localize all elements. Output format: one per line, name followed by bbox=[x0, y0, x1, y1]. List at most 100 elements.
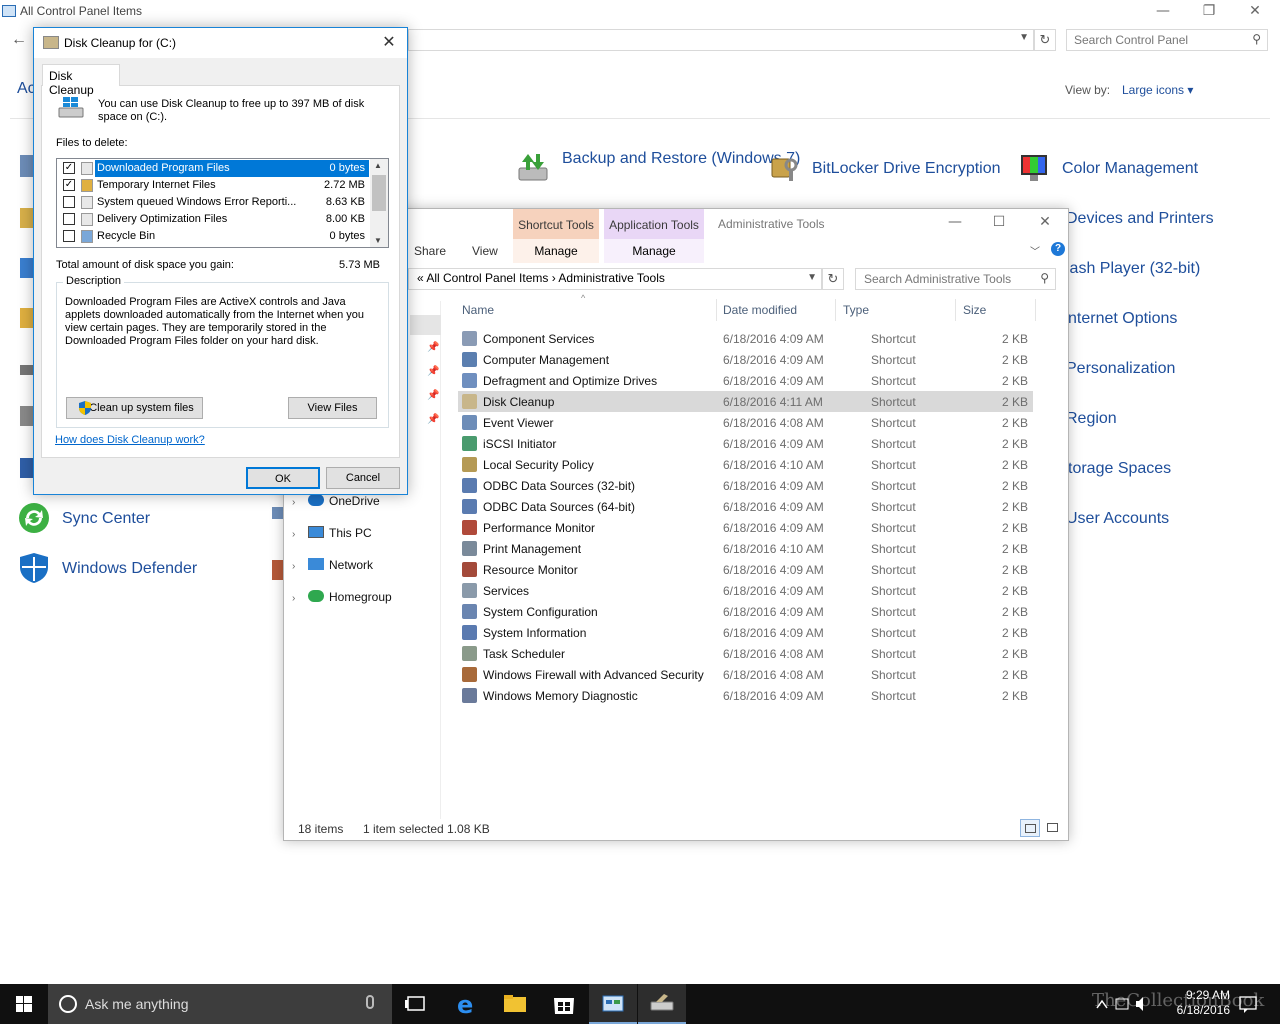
table-row[interactable]: ODBC Data Sources (64-bit) 6/18/2016 4:09… bbox=[458, 496, 1033, 517]
file-checkbox[interactable] bbox=[63, 213, 75, 225]
cp-item-devices-printers[interactable]: Devices and Printers bbox=[1066, 208, 1214, 229]
table-row[interactable]: Task Scheduler 6/18/2016 4:08 AM Shortcut 2… bbox=[458, 643, 1033, 664]
tab-disk-cleanup[interactable]: Disk Cleanup bbox=[42, 64, 120, 97]
column-header-type[interactable]: Type bbox=[843, 303, 869, 317]
close-button[interactable]: ✕ bbox=[1232, 0, 1278, 24]
list-scrollbar[interactable]: ▲ ▼ bbox=[370, 159, 388, 247]
column-separator[interactable] bbox=[835, 299, 836, 321]
column-separator[interactable] bbox=[1035, 299, 1036, 321]
ok-button[interactable]: OK bbox=[246, 467, 320, 489]
tab-shortcut-tools[interactable]: Shortcut Tools bbox=[513, 209, 599, 241]
system-tray-icons[interactable] bbox=[1094, 994, 1150, 1014]
cortana-search-box[interactable]: Ask me anything bbox=[48, 984, 392, 1024]
column-header-size[interactable]: Size bbox=[963, 303, 986, 317]
table-row[interactable]: Performance Monitor 6/18/2016 4:09 AM Shor… bbox=[458, 517, 1033, 538]
scroll-up-icon[interactable]: ▲ bbox=[374, 161, 382, 170]
tab-manage-application[interactable]: Manage bbox=[604, 239, 704, 263]
table-row[interactable]: Windows Firewall with Advanced Security 6… bbox=[458, 664, 1033, 685]
table-row[interactable]: Disk Cleanup 6/18/2016 4:11 AM Shortcut 2 K… bbox=[458, 391, 1033, 412]
table-row[interactable]: Defragment and Optimize Drives 6/18/2016 … bbox=[458, 370, 1033, 391]
control-panel-taskbar-button[interactable] bbox=[589, 984, 637, 1024]
expand-arrow-icon[interactable]: › bbox=[292, 497, 308, 508]
column-header-name[interactable]: Name bbox=[462, 303, 494, 317]
control-panel-search[interactable]: Search Control Panel ⚲ bbox=[1066, 29, 1268, 51]
expand-arrow-icon[interactable]: › bbox=[292, 561, 308, 572]
dialog-close-button[interactable]: ✕ bbox=[374, 32, 404, 51]
view-by-dropdown[interactable]: Large icons ▾ bbox=[1122, 83, 1193, 97]
file-checkbox[interactable]: ✓ bbox=[63, 179, 75, 191]
explorer-refresh-button[interactable]: ↻ bbox=[822, 268, 844, 290]
file-checkbox[interactable] bbox=[63, 230, 75, 242]
table-row[interactable]: Windows Memory Diagnostic 6/18/2016 4:09 … bbox=[458, 685, 1033, 706]
clean-up-system-files-button[interactable]: Clean up system files bbox=[66, 397, 203, 419]
expand-arrow-icon[interactable]: › bbox=[292, 529, 308, 540]
tab-application-tools[interactable]: Application Tools bbox=[604, 209, 704, 241]
system-clock[interactable]: 9:29 AM 6/18/2016 bbox=[1150, 988, 1230, 1018]
column-separator[interactable] bbox=[716, 299, 717, 321]
large-icons-view-button[interactable] bbox=[1043, 819, 1063, 837]
expand-arrow-icon[interactable]: › bbox=[292, 593, 308, 604]
cp-item-sync-center[interactable]: Sync Center bbox=[62, 508, 150, 529]
table-row[interactable]: Computer Management 6/18/2016 4:09 AM Shor… bbox=[458, 349, 1033, 370]
table-row[interactable]: System Information 6/18/2016 4:09 AM Short… bbox=[458, 622, 1033, 643]
explorer-close-button[interactable]: ✕ bbox=[1022, 211, 1068, 235]
nav-item-network[interactable]: › Network bbox=[292, 558, 373, 572]
cp-item-storage-spaces[interactable]: torage Spaces bbox=[1068, 458, 1171, 479]
file-category-row[interactable]: System queued Windows Error Reporti... 8.… bbox=[57, 194, 369, 211]
windows-defender-icon[interactable] bbox=[17, 551, 51, 585]
microphone-icon[interactable] bbox=[366, 995, 374, 1009]
table-row[interactable]: Resource Monitor 6/18/2016 4:09 AM Shortcu… bbox=[458, 559, 1033, 580]
cancel-button[interactable]: Cancel bbox=[326, 467, 400, 489]
chevron-down-icon[interactable]: ▼ bbox=[807, 272, 817, 283]
explorer-minimize-button[interactable]: — bbox=[932, 211, 978, 235]
cp-item-windows-defender[interactable]: Windows Defender bbox=[62, 558, 197, 579]
control-panel-address-bar[interactable]: ▼ bbox=[408, 29, 1034, 51]
file-checkbox[interactable] bbox=[63, 196, 75, 208]
table-row[interactable]: System Configuration 6/18/2016 4:09 AM Sho… bbox=[458, 601, 1033, 622]
sync-center-icon[interactable] bbox=[17, 501, 51, 535]
details-view-button[interactable] bbox=[1020, 819, 1040, 837]
tab-share[interactable]: Share bbox=[414, 244, 446, 258]
how-does-disk-cleanup-work-link[interactable]: How does Disk Cleanup work? bbox=[55, 434, 205, 446]
back-arrow-icon[interactable]: ← bbox=[11, 31, 27, 49]
minimize-button[interactable]: — bbox=[1140, 0, 1186, 24]
tab-view[interactable]: View bbox=[472, 244, 498, 258]
chevron-down-icon[interactable]: ▼ bbox=[1019, 32, 1029, 43]
explorer-maximize-button[interactable]: ☐ bbox=[976, 211, 1022, 235]
file-checkbox[interactable]: ✓ bbox=[63, 162, 75, 174]
explorer-search[interactable]: Search Administrative Tools ⚲ bbox=[855, 268, 1056, 290]
backup-restore-icon[interactable] bbox=[516, 150, 550, 184]
nav-item-this-pc[interactable]: › This PC bbox=[292, 526, 372, 540]
cp-item-internet-options[interactable]: nternet Options bbox=[1068, 308, 1177, 329]
file-category-row[interactable]: ✓ Downloaded Program Files 0 bytes bbox=[57, 160, 369, 177]
refresh-button[interactable]: ↻ bbox=[1034, 29, 1056, 51]
start-button[interactable] bbox=[0, 984, 48, 1024]
table-row[interactable]: Component Services 6/18/2016 4:09 AM Short… bbox=[458, 328, 1033, 349]
table-row[interactable]: ODBC Data Sources (32-bit) 6/18/2016 4:09… bbox=[458, 475, 1033, 496]
table-row[interactable]: Event Viewer 6/18/2016 4:08 AM Shortcut 2 K… bbox=[458, 412, 1033, 433]
cp-item-user-accounts[interactable]: User Accounts bbox=[1066, 508, 1169, 529]
file-category-row[interactable]: Delivery Optimization Files 8.00 KB bbox=[57, 211, 369, 228]
cp-item-color-management[interactable]: Color Management bbox=[1062, 158, 1198, 179]
nav-item-onedrive[interactable]: › OneDrive bbox=[292, 494, 380, 508]
edge-icon[interactable]: e bbox=[443, 984, 491, 1024]
ribbon-expand-chevron-icon[interactable]: ﹀ bbox=[1030, 243, 1040, 258]
table-row[interactable]: Services 6/18/2016 4:09 AM Shortcut 2 KB bbox=[458, 580, 1033, 601]
disk-cleanup-taskbar-button[interactable] bbox=[638, 984, 686, 1024]
nav-item-homegroup[interactable]: › Homegroup bbox=[292, 590, 392, 604]
restore-button[interactable]: ❐ bbox=[1186, 0, 1232, 24]
color-management-icon[interactable] bbox=[1018, 151, 1052, 185]
cp-item-personalization[interactable]: Personalization bbox=[1066, 358, 1175, 379]
scroll-down-icon[interactable]: ▼ bbox=[374, 236, 382, 245]
task-view-button[interactable] bbox=[392, 984, 440, 1024]
bitlocker-icon[interactable] bbox=[767, 151, 801, 185]
action-center-icon[interactable] bbox=[1238, 994, 1258, 1014]
help-icon[interactable]: ? bbox=[1051, 242, 1065, 256]
cp-item-region[interactable]: Region bbox=[1066, 408, 1117, 429]
file-explorer-icon[interactable] bbox=[491, 984, 539, 1024]
column-header-date[interactable]: Date modified bbox=[723, 303, 797, 317]
explorer-address-bar[interactable]: « All Control Panel Items › Administrati… bbox=[408, 268, 822, 290]
table-row[interactable]: Local Security Policy 6/18/2016 4:10 AM Sh… bbox=[458, 454, 1033, 475]
store-icon[interactable] bbox=[540, 984, 588, 1024]
cp-item-bitlocker[interactable]: BitLocker Drive Encryption bbox=[812, 158, 1001, 179]
